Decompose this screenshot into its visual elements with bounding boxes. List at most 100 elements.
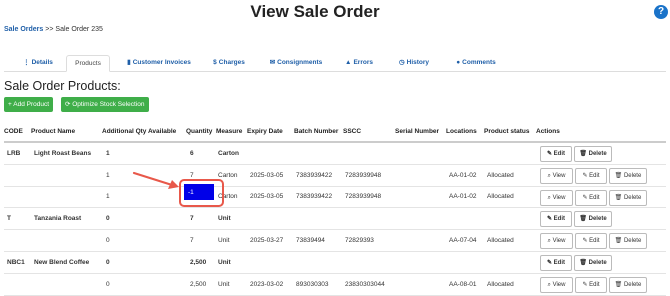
view-button[interactable]: ⌕ View	[540, 189, 573, 206]
edit-button[interactable]: ✎ Edit	[575, 276, 607, 293]
cell-measure: Carton	[218, 149, 239, 157]
highlight-box	[179, 179, 224, 207]
col-actions: Actions	[536, 128, 560, 135]
dollar-icon: $	[213, 59, 217, 66]
cell-sscc: 7283939948	[345, 171, 382, 179]
cell-product-name: New Blend Coffee	[34, 258, 90, 266]
breadcrumb-separator: >>	[45, 26, 54, 33]
pencil-icon: ✎	[546, 259, 554, 266]
cell-measure: Unit	[218, 258, 231, 266]
tab-errors[interactable]: ▲ Errors	[343, 55, 375, 70]
breadcrumb-current: Sale Order 235	[55, 26, 103, 33]
cell-product-name: Light Roast Beans	[34, 149, 92, 157]
cell-quantity: 7	[190, 237, 194, 245]
tab-products[interactable]: Products	[66, 55, 110, 72]
cell-measure: Unit	[218, 215, 231, 223]
clock-icon: ◷	[398, 59, 405, 66]
edit-button[interactable]: ✎ Edit	[575, 233, 607, 250]
cell-code: NBC1	[7, 258, 25, 266]
table-row: 1 7 Carton 2025-03-05 7383939422 7283939…	[4, 165, 666, 187]
col-sscc: SSCC	[343, 128, 362, 135]
tab-charges[interactable]: $ Charges	[210, 55, 248, 70]
edit-button[interactable]: ✎ Edit	[575, 189, 607, 206]
col-product-status: Product status	[484, 128, 530, 135]
tab-history[interactable]: ◷ History	[396, 55, 432, 70]
col-batch-number: Batch Number	[294, 128, 339, 135]
breadcrumb-link-sale-orders[interactable]: Sale Orders	[4, 26, 43, 33]
cell-status: Allocated	[487, 171, 514, 179]
warning-icon: ▲	[345, 59, 352, 66]
col-quantity: Quantity	[186, 128, 213, 135]
table-row: LRB Light Roast Beans 1 6 Carton ✎ Edit …	[4, 143, 666, 165]
cell-sscc: 23830303044	[345, 280, 385, 288]
list-icon: ⋮	[23, 59, 30, 66]
cell-expiry-date: 2023-03-02	[250, 280, 284, 288]
col-measure: Measure	[216, 128, 243, 135]
cell-measure: Unit	[218, 280, 230, 288]
cell-location: AA-08-01	[449, 280, 477, 288]
cell-expiry-date: 2025-03-05	[250, 171, 284, 179]
add-product-button[interactable]: + Add Product	[4, 97, 54, 112]
cell-quantity: 2,500	[190, 280, 207, 288]
view-button[interactable]: ⌕ View	[540, 233, 573, 250]
delete-button[interactable]: 🗑 Delete	[574, 254, 612, 271]
edit-button[interactable]: ✎ Edit	[540, 146, 572, 162]
view-button[interactable]: ⌕ View	[540, 276, 573, 293]
cell-location: AA-01-02	[449, 193, 477, 201]
products-table: CODE Product Name Additional Qty Availab…	[4, 128, 666, 296]
table-row: T Tanzania Roast 0 7 Unit ✎ Edit 🗑 Delet…	[4, 208, 666, 231]
edit-button[interactable]: ✎ Edit	[540, 211, 572, 228]
tab-consignments[interactable]: ✉ Consignments	[268, 55, 324, 70]
edit-button[interactable]: ✎ Edit	[575, 167, 607, 184]
cell-sscc: 72829393	[345, 237, 374, 245]
cell-quantity: 2,500	[190, 258, 207, 266]
col-expiry-date: Expiry Date	[247, 128, 283, 135]
comment-icon: ●	[456, 59, 461, 66]
cell-code: T	[7, 215, 11, 223]
tab-details[interactable]: ⋮ Details	[18, 55, 58, 70]
trash-icon: 🗑	[579, 259, 589, 266]
edit-button[interactable]: ✎ Edit	[540, 254, 572, 271]
trash-icon: 🗑	[614, 238, 624, 245]
section-title: Sale Order Products:	[4, 79, 121, 93]
cell-quantity: 6	[190, 149, 194, 157]
trash-icon: 🗑	[614, 172, 624, 179]
trash-icon: 🗑	[579, 151, 589, 157]
col-serial-number: Serial Number	[395, 128, 440, 135]
trash-icon: 🗑	[614, 281, 624, 288]
table-header: CODE Product Name Additional Qty Availab…	[4, 128, 666, 143]
optimize-stock-button[interactable]: ⟳ Optimize Stock Selection	[61, 97, 149, 112]
col-additional-qty: Additional Qty Available	[102, 128, 177, 135]
delete-button[interactable]: 🗑 Delete	[609, 276, 647, 293]
tab-comments[interactable]: ● Comments	[452, 55, 500, 70]
delete-button[interactable]: 🗑 Delete	[609, 233, 647, 250]
cell-quantity: 7	[190, 215, 194, 223]
tab-bar: ⋮ Details Products ▮ Customer Invoices $ Ch…	[4, 55, 666, 72]
cell-location: AA-01-02	[449, 171, 477, 179]
view-button[interactable]: ⌕ View	[540, 167, 573, 184]
col-product-name: Product Name	[31, 128, 76, 135]
file-icon: ▮	[127, 59, 131, 66]
cell-status: Allocated	[487, 237, 514, 245]
trash-icon: 🗑	[614, 194, 624, 201]
help-icon[interactable]: ?	[654, 5, 668, 19]
tab-customer-invoices[interactable]: ▮ Customer Invoices	[121, 55, 197, 70]
delete-button[interactable]: 🗑 Delete	[609, 167, 647, 184]
cell-additional-qty: 0	[106, 215, 110, 223]
cell-code: LRB	[7, 149, 21, 157]
table-row: NBC1 New Blend Coffee 0 2,500 Unit ✎ Edi…	[4, 252, 666, 274]
table-row: 1 Carton 2025-03-05 7383939422 728393994…	[4, 187, 666, 209]
cell-additional-qty: 1	[106, 149, 110, 157]
cell-status: Allocated	[487, 280, 514, 288]
cell-sscc: 7283939948	[345, 193, 382, 201]
cell-batch-number: 7383939422	[296, 193, 333, 201]
cell-batch-number: 7383939422	[296, 171, 333, 179]
cell-product-name: Tanzania Roast	[34, 215, 82, 223]
cell-expiry-date: 2025-03-27	[250, 237, 284, 245]
pencil-icon: ✎	[546, 151, 554, 157]
delete-button[interactable]: 🗑 Delete	[609, 189, 647, 206]
delete-button[interactable]: 🗑 Delete	[574, 146, 612, 162]
delete-button[interactable]: 🗑 Delete	[574, 211, 612, 228]
cell-batch-number: 73839494	[296, 237, 325, 245]
envelope-icon: ✉	[269, 59, 276, 66]
